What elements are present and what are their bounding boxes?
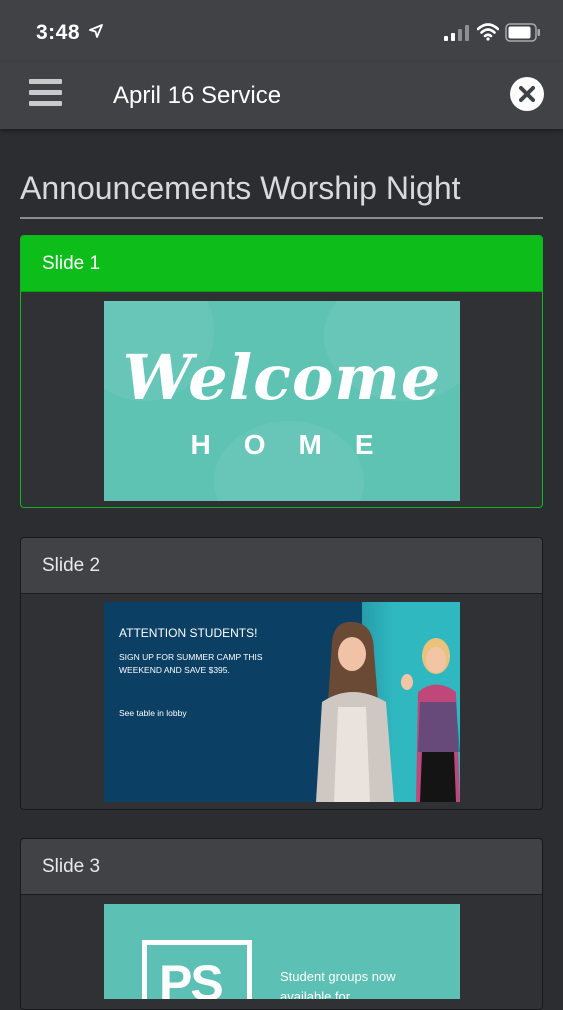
signal-icon <box>444 25 469 41</box>
status-time: 3:48 <box>36 21 81 44</box>
nav-bar: April 16 Service <box>0 62 563 129</box>
slide-thumbnail: Welcome HOME <box>104 301 460 501</box>
student-photo-image <box>316 621 460 802</box>
welcome-script-text: Welcome <box>122 341 442 414</box>
slide-header: Slide 3 <box>21 839 542 895</box>
battery-icon <box>505 23 540 42</box>
title-divider <box>20 217 543 219</box>
slide-heading: ATTENTION STUDENTS! <box>119 626 258 640</box>
slide-header: Slide 2 <box>21 538 542 594</box>
home-text: HOME <box>190 429 407 460</box>
slide-header: Slide 1 <box>21 236 542 292</box>
slide-card-1[interactable]: Slide 1 Welcome HOME <box>20 235 543 508</box>
close-icon <box>519 86 535 102</box>
status-bar: 3:48 <box>0 0 563 62</box>
slide-text: Student groups now available for <box>280 969 396 999</box>
hamburger-menu-icon[interactable] <box>29 79 62 107</box>
slide-label: Slide 3 <box>42 856 101 877</box>
page-title: Announcements Worship Night <box>20 170 461 206</box>
slide-thumbnail: PS Student groups now available for <box>104 904 460 999</box>
slide-card-2[interactable]: Slide 2 ATTENTION STUDENTS! SIGN UP FOR … <box>20 537 543 810</box>
slide-label: Slide 2 <box>42 555 101 576</box>
slide-label: Slide 1 <box>42 253 101 274</box>
location-arrow-icon <box>89 24 103 38</box>
ps-logo-text: PS <box>159 955 224 999</box>
slide-note-text: See table in lobby <box>119 708 187 718</box>
slide-body-text: SIGN UP FOR SUMMER CAMP THIS WEEKEND AND… <box>119 652 263 675</box>
slide-card-3[interactable]: Slide 3 PS Student groups now available … <box>20 838 543 1010</box>
close-button[interactable] <box>510 77 544 111</box>
wifi-icon <box>477 23 499 41</box>
slide-thumbnail: ATTENTION STUDENTS! SIGN UP FOR SUMMER C… <box>104 602 460 802</box>
nav-title: April 16 Service <box>113 82 282 109</box>
